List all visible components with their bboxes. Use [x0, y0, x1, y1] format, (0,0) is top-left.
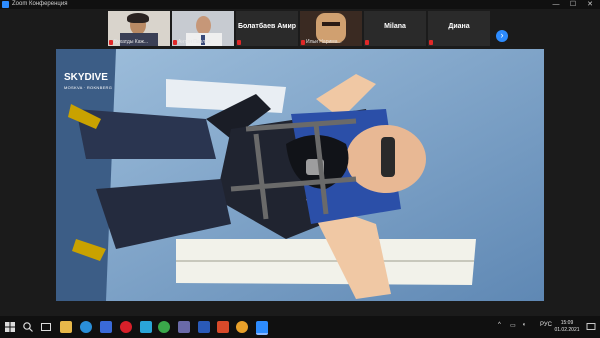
edge-browser-icon[interactable] [80, 321, 92, 333]
notifications-icon[interactable] [586, 322, 596, 332]
volume-icon[interactable]: ◖ [522, 322, 526, 328]
participant-name: Ильи Нарима... [306, 39, 342, 45]
zoom-app-icon [2, 1, 9, 8]
participant-tile[interactable]: Milana [364, 11, 426, 46]
minimize-button[interactable]: — [548, 0, 564, 9]
logo-sub-text: MOSKVA · ROKNBERG [64, 85, 113, 90]
telegram-icon[interactable] [140, 321, 152, 333]
powerpoint-icon[interactable] [217, 321, 229, 333]
mic-muted-icon [109, 40, 113, 45]
participant-tile[interactable]: Антон Павлов [172, 11, 234, 46]
participant-name: Бухатды Каж... [114, 39, 149, 45]
window-title: Zoom Конференция [12, 1, 68, 7]
participant-name-large: Milana [384, 23, 406, 30]
participant-tile[interactable]: Бухатды Каж... [108, 11, 170, 46]
clock-time: 15:09 [560, 320, 574, 326]
opera-icon[interactable] [120, 321, 132, 333]
language-indicator[interactable]: РУС [540, 322, 552, 328]
logo-main-text: SKYDIVE [64, 72, 108, 83]
skydive-logo: SKYDIVE MOSKVA · ROKNBERG [64, 73, 112, 93]
network-icon[interactable]: ▭ [510, 322, 516, 329]
mic-muted-icon [365, 40, 369, 45]
clock-date: 01.02.2021 [554, 327, 580, 333]
search-icon[interactable] [22, 321, 34, 333]
chrome-icon[interactable] [158, 321, 170, 333]
mic-muted-icon [237, 40, 241, 45]
participant-strip: Бухатды Каж... Антон Павлов Болатбаев Ам… [0, 9, 600, 48]
mic-muted-icon [429, 40, 433, 45]
skydive-video-frame [56, 49, 544, 301]
participant-tile[interactable]: Болатбаев Амир [236, 11, 298, 46]
windows-start-icon[interactable] [4, 321, 16, 333]
next-participants-button[interactable]: › [496, 30, 508, 42]
mic-muted-icon [173, 40, 177, 45]
yandex-browser-icon[interactable] [236, 321, 248, 333]
participant-tile[interactable]: Ильи Нарима... [300, 11, 362, 46]
windows-taskbar: ^ ▭ ◖ РУС 15:09 01.02.2021 [0, 316, 600, 338]
file-explorer-icon[interactable] [60, 321, 72, 333]
mic-muted-icon [301, 40, 305, 45]
main-video: SKYDIVE MOSKVA · ROKNBERG [56, 49, 544, 301]
window-titlebar: Zoom Конференция — ☐ ✕ [0, 0, 600, 9]
task-view-icon[interactable] [40, 321, 52, 333]
taskbar-clock[interactable]: 15:09 01.02.2021 [552, 320, 582, 334]
maximize-button[interactable]: ☐ [565, 0, 581, 9]
participant-name: Антон Павлов [178, 39, 211, 45]
participant-tile[interactable]: Диана [428, 11, 490, 46]
participant-hair [127, 13, 149, 23]
word-icon[interactable] [198, 321, 210, 333]
zoom-taskbar-icon[interactable] [256, 321, 268, 335]
skydiver-goggles [381, 137, 395, 177]
tray-chevron-icon[interactable]: ^ [498, 322, 501, 328]
close-button[interactable]: ✕ [582, 0, 598, 9]
participant-avatar-eyes [322, 22, 340, 26]
participant-name-large: Болатбаев Амир [237, 23, 297, 30]
participant-name-large: Диана [448, 23, 470, 30]
store-icon[interactable] [100, 321, 112, 333]
media-app-icon[interactable] [178, 321, 190, 333]
